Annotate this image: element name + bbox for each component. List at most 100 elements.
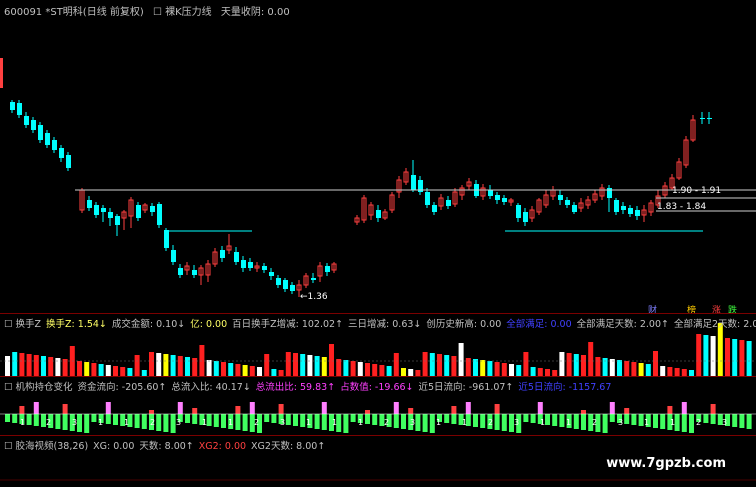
- panel1-item: 成交金额: 0.10↓: [111, 319, 186, 330]
- inflow-bar: [581, 410, 586, 414]
- inflow-bar: [667, 406, 673, 414]
- chart-canvas[interactable]: 1 2 3 1 1 2 3 1 1 2 3 1 1 1 2 3 1 1 2 3 1 1 2 3 1 1 2 3: [0, 0, 756, 487]
- outflow-bar: [638, 414, 644, 426]
- outflow-bar: [681, 414, 687, 432]
- upper-level-label: 1.90 - 1.91: [672, 186, 722, 196]
- count-numeral: 1: [540, 418, 545, 427]
- volume-bar: [257, 367, 262, 376]
- candle-body: [446, 200, 451, 206]
- inflow-bar: [249, 402, 255, 414]
- candle-body: [425, 192, 430, 205]
- outflow-bar: [221, 414, 226, 428]
- volume-bar: [77, 361, 82, 376]
- volume-bar: [293, 353, 298, 376]
- volume-bar: [581, 355, 586, 376]
- candle-body: [115, 216, 120, 225]
- volume-bar: [516, 365, 522, 376]
- tag-bang: 榜: [687, 306, 697, 316]
- volume-bar: [134, 355, 140, 376]
- inflow-bar: [62, 404, 68, 414]
- stock-title[interactable]: 600091 *ST明科(日线 前复权): [4, 7, 144, 18]
- count-numeral: 2: [150, 418, 155, 427]
- candle-body: [558, 195, 563, 200]
- outflow-bar: [12, 414, 18, 423]
- panel2-item: 近5日流向: -1157.67: [518, 382, 612, 393]
- inflow-bar: [537, 402, 543, 414]
- outflow-bar: [653, 414, 658, 428]
- outflow-bar: [314, 414, 320, 429]
- inflow-bar: [321, 402, 327, 414]
- volume-bar: [559, 352, 565, 376]
- inflow-bar: [494, 404, 500, 414]
- watermark: www.7gpzb.com: [606, 456, 726, 471]
- outflow-bar: [581, 414, 586, 430]
- panel3-item[interactable]: ☐ 胶海视频(38,26): [4, 441, 88, 452]
- candle-body: [94, 205, 99, 215]
- panel1-item: 亿: 0.00: [190, 319, 228, 330]
- volume-bar: [667, 367, 673, 376]
- outflow-bar: [660, 414, 666, 429]
- outflow-bar: [321, 414, 327, 430]
- volume-bar: [242, 365, 248, 376]
- volume-bar: [494, 362, 500, 376]
- count-numeral: 3: [280, 418, 285, 427]
- indicator-name[interactable]: ☐ 裸K压力线: [153, 7, 212, 18]
- candle-body: [411, 175, 416, 190]
- candle-body: [10, 102, 15, 110]
- volume-bar: [638, 363, 644, 376]
- outflow-bar: [285, 414, 291, 425]
- volume-bar: [350, 361, 356, 376]
- panel3-item: XG2天数: 8.00↑: [251, 441, 326, 452]
- candle-body: [59, 148, 64, 158]
- candle-body: [488, 190, 493, 196]
- panel1-item: 创历史新高: 0.00: [426, 319, 502, 330]
- outflow-bar: [739, 414, 745, 428]
- volume-bar: [379, 365, 385, 376]
- volume-bar: [127, 368, 133, 376]
- outflow-bar: [235, 414, 241, 430]
- inflow-bar: [451, 406, 457, 414]
- panel-divider: [0, 313, 756, 314]
- outflow-bar: [429, 414, 435, 433]
- outflow-bar: [192, 414, 198, 424]
- candle-body: [234, 252, 239, 262]
- volume-bar: [696, 334, 702, 376]
- volume-bar: [429, 353, 435, 376]
- volume-bar: [437, 354, 442, 376]
- volume-bar: [530, 367, 536, 376]
- outflow-bar: [631, 414, 637, 425]
- candle-body: [565, 200, 570, 205]
- candle-body: [220, 250, 225, 258]
- volume-bar: [480, 360, 486, 376]
- candle-body: [101, 208, 106, 212]
- volume-bar: [458, 343, 464, 376]
- outflow-bar: [444, 414, 450, 423]
- inflow-bar: [365, 410, 370, 414]
- outflow-bar: [494, 414, 500, 430]
- panel2-item[interactable]: ☐ 机构持仓变化: [4, 382, 73, 393]
- inflow-bar: [33, 402, 39, 414]
- outflow-bar: [746, 414, 752, 429]
- candle-body: [325, 266, 330, 272]
- outflow-bar: [213, 414, 219, 427]
- panel-divider: [0, 435, 756, 436]
- main-header: 600091 *ST明科(日线 前复权) ☐ 裸K压力线 天量收阴: 0.00: [4, 3, 296, 18]
- count-numeral: 2: [384, 418, 389, 427]
- panel1-item[interactable]: ☐ 换手Z: [4, 319, 41, 330]
- inflow-bar: [235, 406, 241, 414]
- panel-divider: [0, 376, 756, 377]
- volume-bar: [645, 364, 651, 376]
- count-numeral: 1: [124, 418, 129, 427]
- inflow-bar: [19, 406, 25, 414]
- outflow-bar: [300, 414, 306, 427]
- outflow-bar: [62, 414, 68, 430]
- count-numeral: 2: [488, 418, 493, 427]
- count-numeral: 3: [176, 418, 181, 427]
- volume-bar: [163, 354, 169, 376]
- outflow-bar: [293, 414, 298, 426]
- volume-bar: [26, 354, 32, 376]
- panel1-item: 换手Z: 1.54↓: [46, 319, 107, 330]
- outflow-bar: [473, 414, 478, 427]
- outflow-bar: [501, 414, 507, 431]
- panel1-item: 全部满足: 0.00: [506, 319, 572, 330]
